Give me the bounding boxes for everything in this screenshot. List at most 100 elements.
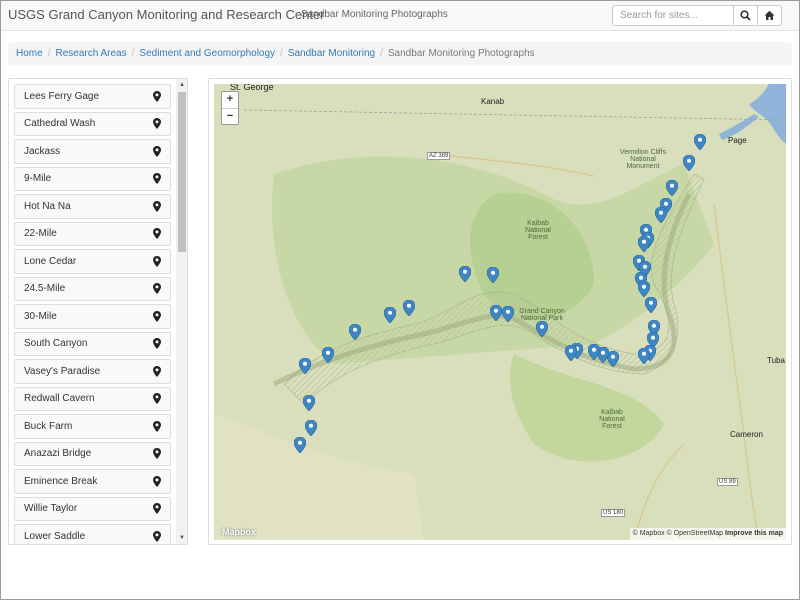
home-button[interactable] xyxy=(757,5,782,26)
map-attribution: © Mapbox © OpenStreetMap Improve this ma… xyxy=(629,528,786,540)
site-list-item-label: Anazazi Bridge xyxy=(24,448,92,460)
site-list-item[interactable]: South Canyon xyxy=(14,331,171,356)
map-label-kanab: Kanab xyxy=(481,97,505,106)
site-list-item-label: Lees Ferry Gage xyxy=(24,90,100,102)
map-marker-icon xyxy=(153,475,161,487)
site-list-item[interactable]: Willie Taylor xyxy=(14,496,171,521)
site-list-item[interactable]: 22-Mile xyxy=(14,221,171,246)
sidebar-scrollbar[interactable]: ▲ ▼ xyxy=(176,79,187,544)
site-list-item-label: Redwall Cavern xyxy=(24,393,95,405)
map-label-page: Page xyxy=(728,136,747,145)
site-marker-pin[interactable] xyxy=(322,347,334,363)
site-marker-pin[interactable] xyxy=(403,300,415,316)
map-label-cameron: Cameron xyxy=(730,430,763,439)
site-list-item[interactable]: 9-Mile xyxy=(14,166,171,191)
site-list-item-label: Jackass xyxy=(24,145,61,157)
site-marker-pin[interactable] xyxy=(638,281,650,297)
site-marker-pin[interactable] xyxy=(666,180,678,196)
map-label-tuba: Tuba xyxy=(767,356,785,365)
map-marker-icon xyxy=(153,173,161,185)
site-list-item[interactable]: Anazazi Bridge xyxy=(14,441,171,466)
site-marker-pin[interactable] xyxy=(303,395,315,411)
site-marker-pin[interactable] xyxy=(490,305,502,321)
map-marker-icon xyxy=(153,283,161,295)
brand-title[interactable]: USGS Grand Canyon Monitoring and Researc… xyxy=(8,7,325,22)
site-list-item[interactable]: Lower Saddle xyxy=(14,524,171,544)
scroll-down-arrow-icon[interactable]: ▼ xyxy=(176,532,187,544)
breadcrumb-separator: / xyxy=(47,48,51,59)
navbar: USGS Grand Canyon Monitoring and Researc… xyxy=(1,1,799,31)
breadcrumb-sediment-geomorphology[interactable]: Sediment and Geomorphology xyxy=(139,48,275,59)
site-list-item[interactable]: 30-Mile xyxy=(14,304,171,329)
site-list-item-label: Willie Taylor xyxy=(24,503,78,515)
site-list: Lees Ferry Gage Cathedral Wash Jackass 9-Mi… xyxy=(14,84,171,544)
site-map[interactable]: + − St. George Kanab Page Tuba Cameron A… xyxy=(214,84,786,540)
site-marker-pin[interactable] xyxy=(487,267,499,283)
map-label-us180: US 180 xyxy=(601,509,626,517)
zoom-in-button[interactable]: + xyxy=(222,92,238,108)
site-list-item[interactable]: Jackass xyxy=(14,139,171,164)
site-list-item[interactable]: Cathedral Wash xyxy=(14,111,171,136)
site-list-item[interactable]: Redwall Cavern xyxy=(14,386,171,411)
site-marker-pin[interactable] xyxy=(294,437,306,453)
site-list-item[interactable]: Hot Na Na xyxy=(14,194,171,219)
map-label-us89: US 89 xyxy=(717,478,738,486)
map-marker-icon xyxy=(153,393,161,405)
map-marker-icon xyxy=(153,118,161,130)
home-icon xyxy=(764,10,775,20)
site-marker-pin[interactable] xyxy=(349,324,361,340)
map-label-kaibab-south: Kaibab National Forest xyxy=(599,409,625,430)
breadcrumb-research-areas[interactable]: Research Areas xyxy=(55,48,126,59)
map-marker-icon xyxy=(153,448,161,460)
scroll-up-arrow-icon[interactable]: ▲ xyxy=(176,79,187,91)
site-list-item-label: 24.5-Mile xyxy=(24,283,66,295)
site-marker-pin[interactable] xyxy=(305,420,317,436)
breadcrumb-separator: / xyxy=(380,48,383,59)
search-button[interactable] xyxy=(733,5,758,26)
zoom-out-button[interactable]: − xyxy=(222,108,238,124)
site-list-item[interactable]: 24.5-Mile xyxy=(14,276,171,301)
mapbox-logo[interactable]: Mapbox xyxy=(222,527,256,537)
breadcrumb: Home / Research Areas / Sediment and Geomorp… xyxy=(8,42,792,65)
site-list-item[interactable]: Buck Farm xyxy=(14,414,171,439)
map-marker-icon xyxy=(153,228,161,240)
site-marker-pin[interactable] xyxy=(655,207,667,223)
site-marker-pin[interactable] xyxy=(683,155,695,171)
page-subtitle: Sandbar Monitoring Photographs xyxy=(301,9,448,20)
map-marker-icon xyxy=(153,90,161,102)
site-list-item-label: South Canyon xyxy=(24,338,88,350)
search-input[interactable] xyxy=(612,5,734,26)
breadcrumb-separator: / xyxy=(280,48,283,59)
site-marker-pin[interactable] xyxy=(588,344,600,360)
map-panel: + − St. George Kanab Page Tuba Cameron A… xyxy=(208,78,792,545)
site-marker-pin[interactable] xyxy=(536,321,548,337)
site-marker-pin[interactable] xyxy=(645,297,657,313)
site-marker-pin[interactable] xyxy=(299,358,311,374)
scrollbar-thumb[interactable] xyxy=(178,92,186,252)
site-marker-pin[interactable] xyxy=(638,236,650,252)
map-marker-icon xyxy=(153,420,161,432)
attribution-text: © Mapbox © OpenStreetMap xyxy=(632,530,724,537)
breadcrumb-home[interactable]: Home xyxy=(16,48,43,59)
map-marker-icon xyxy=(153,503,161,515)
site-list-item[interactable]: Lees Ferry Gage xyxy=(14,84,171,109)
site-marker-pin[interactable] xyxy=(502,306,514,322)
site-list-item-label: Lower Saddle xyxy=(24,530,86,542)
improve-map-link[interactable]: Improve this map xyxy=(725,530,783,537)
map-marker-icon xyxy=(153,365,161,377)
breadcrumb-sandbar-monitoring[interactable]: Sandbar Monitoring xyxy=(288,48,375,59)
site-marker-pin[interactable] xyxy=(565,345,577,361)
site-marker-pin[interactable] xyxy=(694,134,706,150)
site-list-item[interactable]: Eminence Break xyxy=(14,469,171,494)
map-marker-icon xyxy=(153,530,161,542)
site-marker-pin[interactable] xyxy=(638,348,650,364)
site-marker-pin[interactable] xyxy=(384,307,396,323)
site-list-item-label: 9-Mile xyxy=(24,173,52,185)
site-list-item[interactable]: Lone Cedar xyxy=(14,249,171,274)
site-list-item-label: Cathedral Wash xyxy=(24,118,96,130)
map-label-vermilion-cliffs: Vermilion Cliffs National Monument xyxy=(619,149,667,170)
site-marker-pin[interactable] xyxy=(459,266,471,282)
site-list-item-label: Hot Na Na xyxy=(24,200,71,212)
site-list-item[interactable]: Vasey's Paradise xyxy=(14,359,171,384)
map-label-grand-canyon: Grand Canyon National Park xyxy=(519,308,565,322)
